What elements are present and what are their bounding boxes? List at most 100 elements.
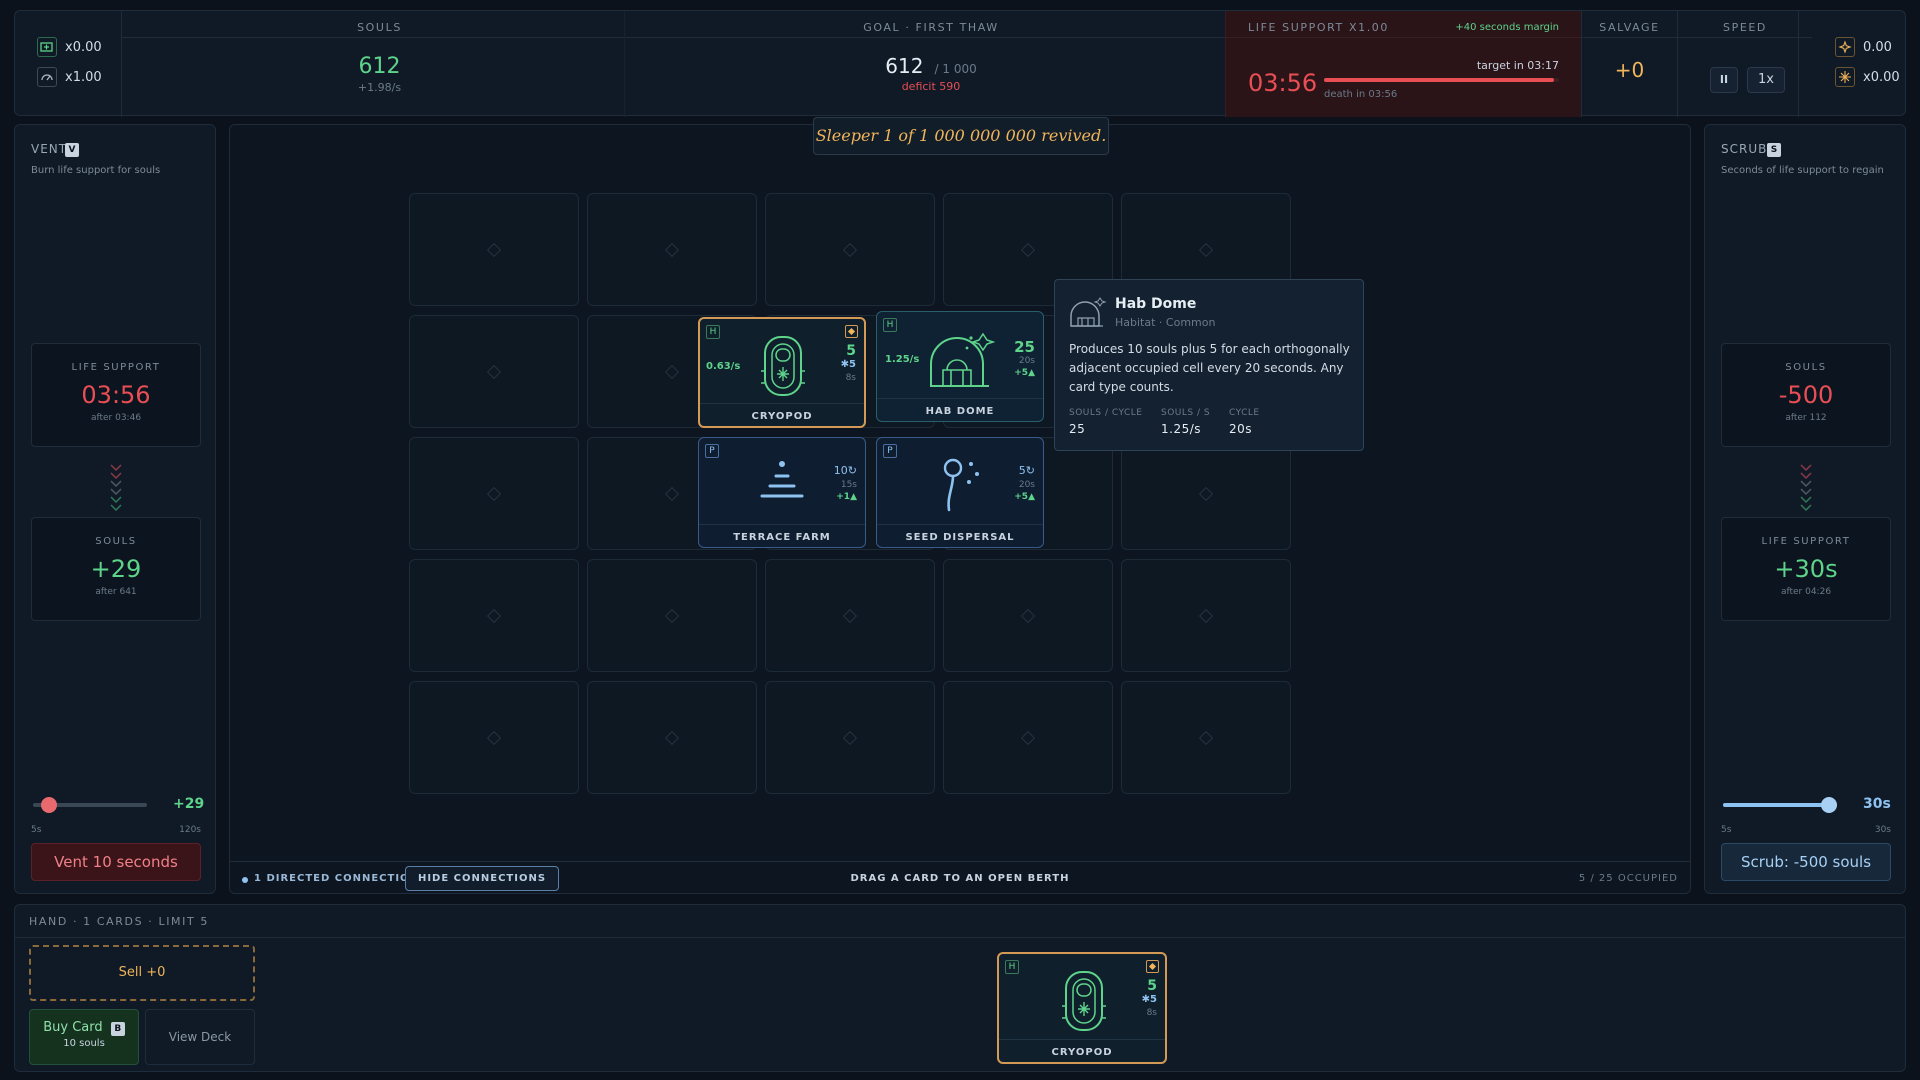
scrub-to-value: +30s <box>1774 555 1838 583</box>
buy-card-cost: 10 souls <box>63 1038 105 1049</box>
vent-panel: VENT V Burn life support for souls LIFE … <box>14 124 216 894</box>
card-cycle: 8s <box>1146 1008 1157 1018</box>
buy-card-label: Buy Card <box>43 1020 103 1035</box>
scrub-from-value: -500 <box>1778 381 1834 409</box>
occupied-count: 5 / 25 OCCUPIED <box>1578 873 1678 884</box>
scrub-from-label: SOULS <box>1785 362 1827 373</box>
goal-target: / 1 000 <box>934 62 977 76</box>
tooltip-stat: CYCLE 20s <box>1229 408 1260 436</box>
ls-multiplier-value: x0.00 <box>65 39 102 55</box>
goal-deficit: deficit 590 <box>901 80 961 93</box>
salvage-value: +0 <box>1614 58 1645 82</box>
sparkle-icon <box>1835 37 1855 57</box>
board-berth[interactable] <box>587 559 757 672</box>
salvage-stat: SALVAGE +0 <box>1582 11 1677 117</box>
hab-dome-icon <box>1069 294 1107 328</box>
card-cycle: 15s <box>840 480 857 490</box>
hand-card-cryopod[interactable]: H 5 ✱5 8s CRYOPOD <box>997 952 1167 1064</box>
goal-stat: GOAL · FIRST THAW 612 / 1 000 deficit 59… <box>625 11 1237 117</box>
vent-to-box: SOULS +29 after 641 <box>31 517 201 621</box>
speed-button[interactable]: 1x <box>1747 67 1785 93</box>
board-berth[interactable] <box>1121 559 1291 672</box>
life-support-death: death in 03:56 <box>1324 89 1398 100</box>
scrub-from-sub: after 112 <box>1785 413 1827 423</box>
card-hab-dome[interactable]: H 1.25/s 25 20s +5▲ HAB DOME <box>876 311 1044 422</box>
souls-label: SOULS <box>357 21 402 34</box>
life-support-margin: +40 seconds margin <box>1455 22 1559 33</box>
hab-dome-icon <box>927 324 997 390</box>
card-cryopod[interactable]: H 0.63/s 5 ✱5 8s CRYOPOD <box>698 317 866 428</box>
scrub-slider-handle[interactable] <box>1821 797 1837 813</box>
hand-label: HAND · 1 CARDS · LIMIT 5 <box>29 915 209 928</box>
card-big: 5 <box>1147 978 1157 994</box>
board-berth[interactable] <box>587 681 757 794</box>
board-berth[interactable] <box>1121 681 1291 794</box>
board-berth[interactable] <box>943 559 1113 672</box>
life-support-target: target in 03:17 <box>1476 59 1559 72</box>
diamond-badge-icon <box>845 325 858 338</box>
buy-card-button[interactable]: Buy Card B 10 souls <box>29 1009 139 1065</box>
card-name: CRYOPOD <box>1051 1047 1113 1058</box>
board-berth[interactable] <box>409 315 579 428</box>
sparkle-value: 0.00 <box>1863 39 1892 55</box>
card-big: 25 <box>1014 338 1035 356</box>
diamond-badge-icon <box>1146 960 1159 973</box>
speed-label: SPEED <box>1723 21 1767 34</box>
vent-button[interactable]: Vent 10 seconds <box>31 843 201 881</box>
board-berth[interactable] <box>765 193 935 306</box>
scrub-title: SCRUB <box>1721 142 1768 156</box>
card-cycle: 8s <box>845 373 856 383</box>
tooltip-stat: SOULS / CYCLE 25 <box>1069 408 1143 436</box>
board-berth[interactable] <box>765 559 935 672</box>
vent-subtitle: Burn life support for souls <box>31 165 161 176</box>
card-bonus: +5▲ <box>1014 368 1035 378</box>
speed-multiplier-value: x1.00 <box>65 69 102 85</box>
board-berth[interactable] <box>409 193 579 306</box>
card-small: ✱5 <box>840 359 856 370</box>
board-berth[interactable] <box>409 559 579 672</box>
card-tooltip: Hab Dome Habitat · Common Produces 10 so… <box>1054 279 1364 451</box>
vent-from-value: 03:56 <box>81 381 151 409</box>
down-chevrons-icon <box>106 463 126 513</box>
board-berth[interactable] <box>1121 437 1291 550</box>
terrace-farm-icon <box>754 458 810 508</box>
pause-button[interactable]: II <box>1710 67 1738 93</box>
scrub-from-box: SOULS -500 after 112 <box>1721 343 1891 447</box>
speed-stat: SPEED II 1x <box>1678 11 1812 117</box>
scrub-key-badge: S <box>1767 143 1781 157</box>
sell-dropzone[interactable]: Sell +0 <box>29 945 255 1001</box>
gauge-icon <box>37 67 57 87</box>
vent-to-value: +29 <box>90 555 142 583</box>
board-berth[interactable] <box>587 193 757 306</box>
buy-key-badge: B <box>110 1022 125 1036</box>
scrub-slider-value: 30s <box>1863 796 1891 812</box>
salvage-label: SALVAGE <box>1599 21 1660 34</box>
life-support-stat: LIFE SUPPORT X1.00 +40 seconds margin 03… <box>1225 11 1581 117</box>
board-berth[interactable] <box>409 437 579 550</box>
board-berth[interactable] <box>943 681 1113 794</box>
scrub-to-box: LIFE SUPPORT +30s after 04:26 <box>1721 517 1891 621</box>
card-terrace-farm[interactable]: P 10↻ 15s +1▲ TERRACE FARM <box>698 437 866 548</box>
vent-key-badge: V <box>65 143 79 157</box>
board-berth[interactable] <box>409 681 579 794</box>
card-seed-dispersal[interactable]: P 5↻ 20s +5▲ SEED DISPERSAL <box>876 437 1044 548</box>
vent-from-box: LIFE SUPPORT 03:56 after 03:46 <box>31 343 201 447</box>
scrub-slider[interactable] <box>1723 797 1837 813</box>
scrub-button[interactable]: Scrub: -500 souls <box>1721 843 1891 881</box>
tooltip-description: Produces 10 souls plus 5 for each orthog… <box>1069 342 1350 394</box>
vent-from-sub: after 03:46 <box>90 413 142 423</box>
card-rate: 0.63/s <box>706 361 741 372</box>
card-type-tag: H <box>1005 960 1019 974</box>
board-berth[interactable] <box>765 681 935 794</box>
ls-multiplier: x0.00 <box>37 37 102 57</box>
card-type-tag: H <box>883 318 897 332</box>
card-cycle: 20s <box>1018 356 1035 366</box>
vent-slider-value: +29 <box>173 796 205 812</box>
card-bonus: +5▲ <box>1014 492 1035 502</box>
hand-panel: HAND · 1 CARDS · LIMIT 5 Sell +0 Buy Car… <box>14 904 1906 1072</box>
view-deck-button[interactable]: View Deck <box>145 1009 255 1065</box>
vent-slider-handle[interactable] <box>40 797 57 813</box>
cryopod-icon <box>755 331 811 399</box>
card-big: 10↻ <box>833 464 857 477</box>
vent-slider[interactable] <box>33 797 147 813</box>
